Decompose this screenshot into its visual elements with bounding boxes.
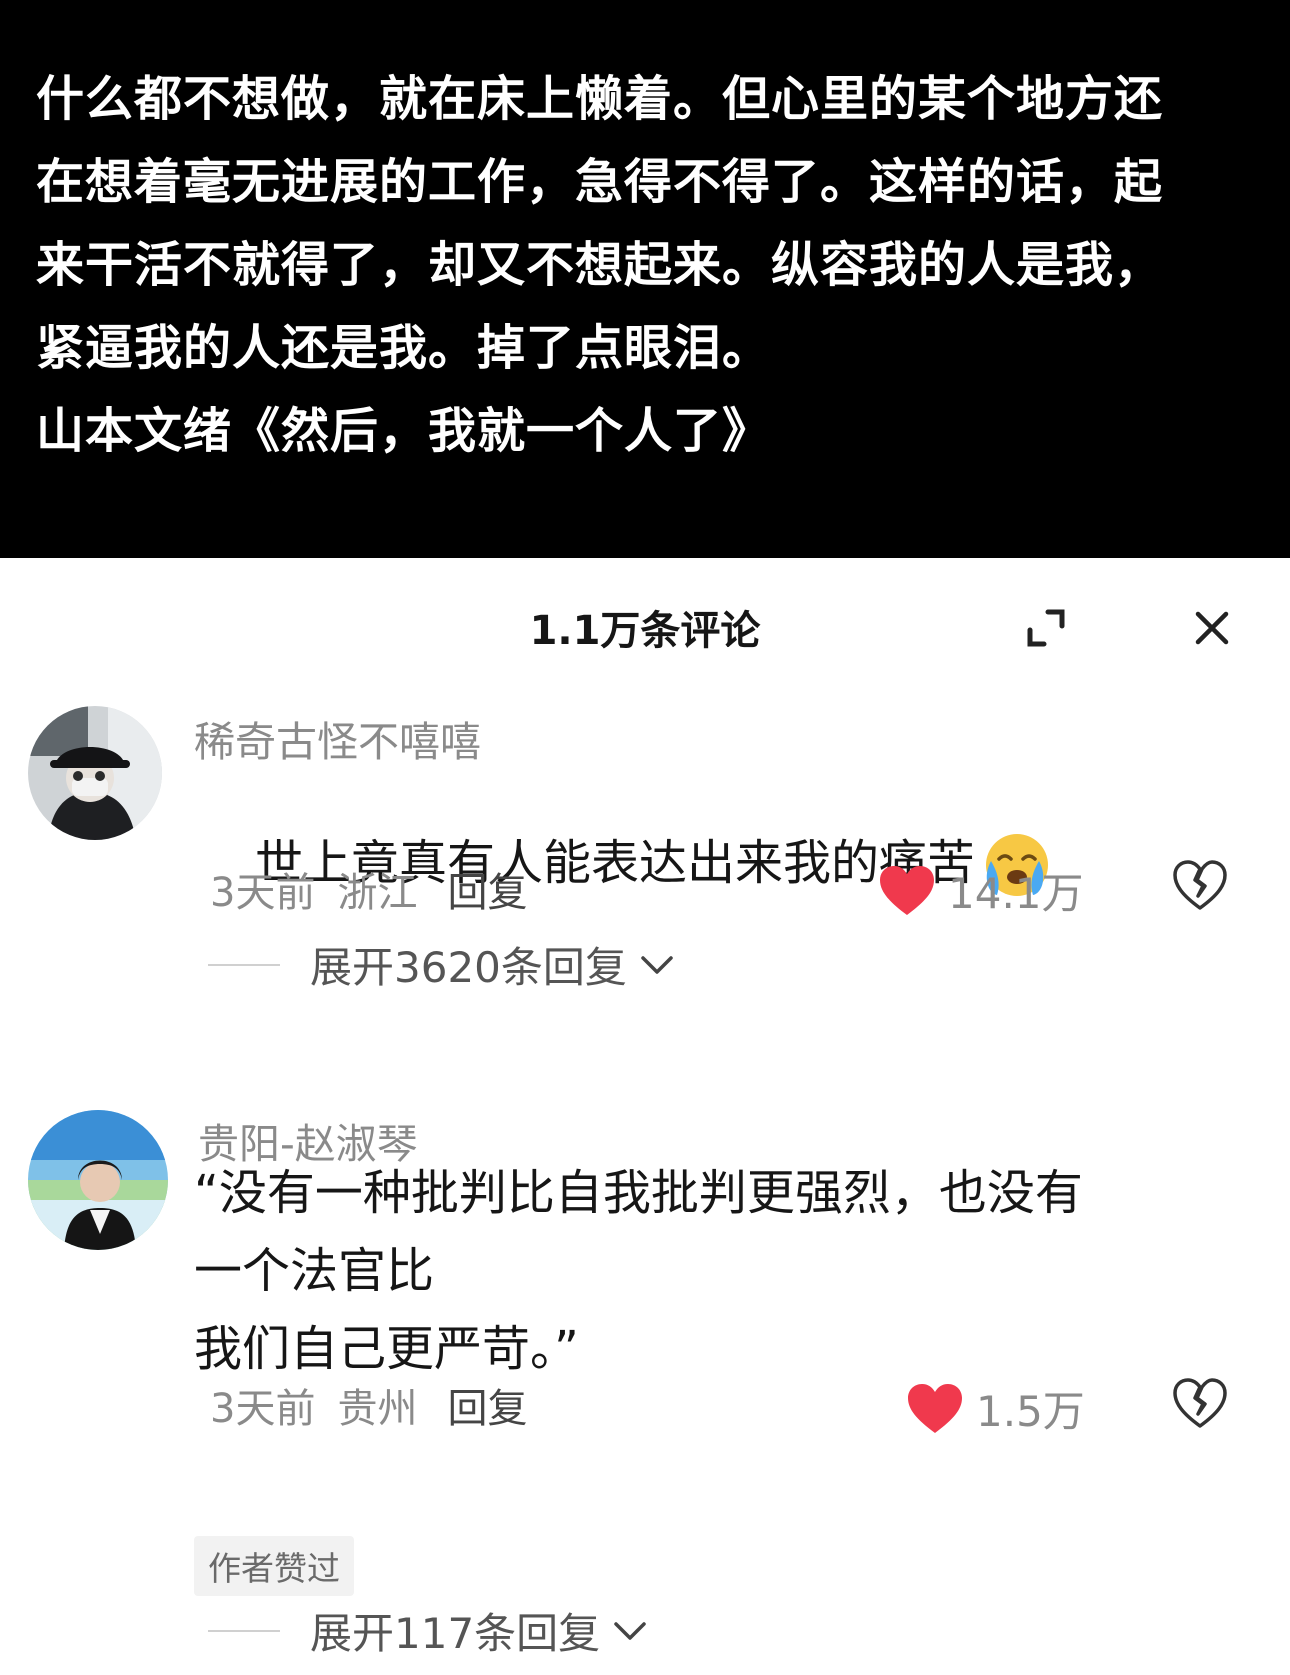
expand-replies-button[interactable]: 展开117条回复 [208, 1600, 648, 1661]
heart-icon [908, 1383, 962, 1433]
like-count: 14.1万 [948, 869, 1084, 918]
quote-block: 什么都不想做，就在床上懒着。但心里的某个地方还 在想着毫无进展的工作，急得不得了… [0, 0, 1290, 558]
avatar[interactable] [28, 1110, 168, 1250]
dislike-broken-heart-icon[interactable] [1172, 1376, 1228, 1432]
comment-content: “没有一种批判比自我批判更强烈，也没有 一个法官比 我们自己更严苛。” [194, 1165, 1083, 1377]
quote-text: 什么都不想做，就在床上懒着。但心里的某个地方还 在想着毫无进展的工作，急得不得了… [36, 71, 1164, 459]
reply-button[interactable]: 回复 [447, 1386, 527, 1432]
divider-dash [208, 963, 280, 966]
comment-time: 3天前 [210, 1386, 316, 1432]
divider-dash [208, 1629, 280, 1632]
comment-location: 贵州 [337, 1386, 418, 1432]
chevron-down-icon [641, 955, 673, 974]
like-button[interactable]: 14.1万 [878, 860, 1084, 921]
comments-count-title: 1.1万条评论 [529, 608, 761, 654]
comment-location: 浙江 [337, 870, 418, 916]
author-liked-badge: 作者赞过 [194, 1536, 354, 1596]
close-icon[interactable] [1190, 606, 1234, 650]
like-button[interactable]: 1.5万 [906, 1378, 1085, 1439]
chevron-down-icon [614, 1621, 646, 1640]
comment-time: 3天前 [210, 870, 316, 916]
reply-button[interactable]: 回复 [447, 870, 527, 916]
comment-meta: 3天前 浙江 回复 [210, 860, 527, 918]
heart-icon [880, 865, 934, 915]
comments-panel: 1.1万条评论 稀奇古怪不嘻嘻 世上竟真有人能表达出来我的痛苦 3天前 浙江 回… [0, 558, 1290, 1675]
expand-replies-button[interactable]: 展开3620条回复 [208, 934, 675, 995]
fullscreen-expand-icon[interactable] [1022, 604, 1070, 652]
like-count: 1.5万 [976, 1387, 1085, 1436]
comment-meta: 3天前 贵州 回复 [210, 1376, 527, 1434]
avatar[interactable] [28, 706, 162, 840]
expand-replies-label: 展开3620条回复 [310, 943, 627, 992]
expand-replies-label: 展开117条回复 [310, 1609, 601, 1658]
dislike-broken-heart-icon[interactable] [1172, 858, 1228, 914]
